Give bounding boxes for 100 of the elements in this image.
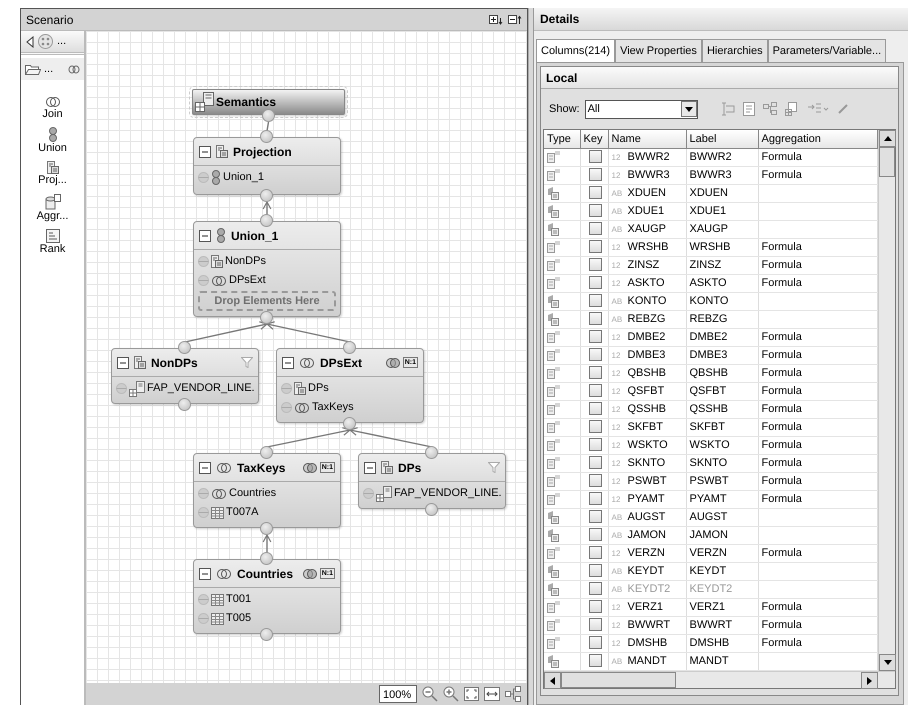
palette-tool[interactable]: Join: [21, 96, 84, 122]
node-input[interactable]: T007A: [226, 504, 258, 521]
node-card[interactable]: DPs FAP_VENDOR_LINE.: [358, 453, 506, 509]
node-input[interactable]: DPsExt: [229, 272, 266, 289]
key-checkbox[interactable]: [588, 330, 602, 344]
collapse-icon[interactable]: [199, 230, 211, 242]
tab[interactable]: Hierarchies: [702, 39, 768, 62]
port-handle[interactable]: [425, 503, 438, 516]
tab[interactable]: View Properties: [615, 39, 702, 62]
scrollbar-thumb[interactable]: [879, 147, 895, 177]
key-checkbox[interactable]: [588, 348, 602, 362]
port-handle[interactable]: [260, 522, 273, 535]
show-dropdown[interactable]: All: [584, 100, 698, 118]
folder-icon[interactable]: [25, 63, 41, 75]
copy-grid-icon[interactable]: [784, 102, 799, 116]
palette-tool[interactable]: Proj...: [21, 161, 84, 188]
key-checkbox[interactable]: [588, 240, 602, 254]
key-checkbox[interactable]: [588, 528, 602, 542]
port-handle[interactable]: [425, 446, 438, 459]
zoom-in-icon[interactable]: [443, 686, 459, 702]
zoom-out-icon[interactable]: [422, 686, 438, 702]
fit-width-icon[interactable]: [484, 687, 500, 701]
key-checkbox[interactable]: [588, 600, 602, 614]
key-checkbox[interactable]: [588, 492, 602, 506]
overlapping-rings-icon[interactable]: [386, 356, 400, 368]
overlapping-rings-icon[interactable]: [302, 568, 317, 580]
expand-all-icon[interactable]: [488, 14, 502, 24]
node-card[interactable]: Semantics: [192, 89, 345, 115]
key-checkbox[interactable]: [588, 150, 602, 164]
node-card[interactable]: Projection Union_1: [193, 137, 341, 195]
node-input[interactable]: T005: [226, 610, 252, 627]
scroll-up-button[interactable]: [879, 130, 896, 147]
node-input[interactable]: FAP_VENDOR_LINE.: [394, 485, 502, 502]
node-input[interactable]: DPs: [308, 380, 329, 397]
node-input[interactable]: Countries: [229, 485, 276, 502]
node-input[interactable]: TaxKeys: [312, 399, 354, 416]
collapse-icon[interactable]: [199, 146, 211, 158]
key-checkbox[interactable]: [588, 510, 602, 524]
key-checkbox[interactable]: [588, 366, 602, 380]
collapse-icon[interactable]: [199, 568, 211, 580]
collapse-icon[interactable]: [199, 462, 211, 474]
node-input[interactable]: T001: [226, 591, 252, 608]
palette-tool[interactable]: Rank: [21, 228, 84, 256]
column-header[interactable]: Type: [544, 130, 580, 148]
port-handle[interactable]: [260, 214, 273, 227]
scrollbar-thumb[interactable]: [561, 672, 676, 688]
key-checkbox[interactable]: [588, 456, 602, 470]
column-header[interactable]: Aggregation: [758, 130, 878, 148]
collapse-icon[interactable]: [282, 356, 294, 368]
key-checkbox[interactable]: [588, 258, 602, 272]
key-checkbox[interactable]: [588, 204, 602, 218]
collapse-all-icon[interactable]: [508, 14, 522, 24]
column-header[interactable]: Key: [580, 130, 608, 148]
key-checkbox[interactable]: [588, 312, 602, 326]
filter-icon[interactable]: [241, 357, 253, 368]
scroll-right-button[interactable]: [861, 672, 878, 689]
key-checkbox[interactable]: [588, 420, 602, 434]
port-handle[interactable]: [260, 446, 273, 459]
key-checkbox[interactable]: [588, 186, 602, 200]
palette-tool[interactable]: Union: [21, 127, 84, 156]
node-input[interactable]: NonDPs: [225, 253, 266, 270]
key-checkbox[interactable]: [588, 384, 602, 398]
tab[interactable]: Parameters/Variable...: [768, 39, 886, 62]
fit-icon[interactable]: [464, 687, 479, 701]
node-card[interactable]: Union_1 NonDPs DPsExt Drop Elements Here: [193, 221, 341, 317]
key-checkbox[interactable]: [588, 474, 602, 488]
port-handle[interactable]: [260, 189, 273, 202]
tab[interactable]: Columns(214): [536, 39, 616, 62]
key-checkbox[interactable]: [588, 294, 602, 308]
node-input[interactable]: FAP_VENDOR_LINE.: [147, 380, 255, 397]
key-checkbox[interactable]: [588, 438, 602, 452]
collapse-left-icon[interactable]: [26, 36, 34, 48]
key-checkbox[interactable]: [588, 564, 602, 578]
port-handle[interactable]: [178, 341, 191, 354]
key-checkbox[interactable]: [588, 168, 602, 182]
port-handle[interactable]: [260, 628, 273, 641]
column-header[interactable]: Name: [608, 130, 686, 148]
key-checkbox[interactable]: [588, 546, 602, 560]
overlapping-rings-icon[interactable]: [302, 462, 317, 474]
key-checkbox[interactable]: [588, 654, 602, 668]
port-handle[interactable]: [260, 552, 273, 565]
key-checkbox[interactable]: [588, 636, 602, 650]
key-checkbox[interactable]: [588, 222, 602, 236]
collapse-icon[interactable]: [117, 356, 129, 368]
key-checkbox[interactable]: [588, 276, 602, 290]
collapse-icon[interactable]: [364, 462, 376, 474]
scroll-down-button[interactable]: [879, 654, 896, 671]
scroll-left-button[interactable]: [544, 672, 561, 689]
palette-tool[interactable]: Aggr...: [21, 194, 84, 223]
node-card[interactable]: NonDPs FAP_VENDOR_LINE.: [111, 348, 259, 404]
node-input[interactable]: Union_1: [223, 169, 264, 186]
filter-icon[interactable]: [488, 462, 500, 473]
key-checkbox[interactable]: [588, 402, 602, 416]
port-handle[interactable]: [260, 130, 273, 143]
port-handle[interactable]: [178, 398, 191, 411]
zoom-field[interactable]: 100%: [379, 685, 417, 703]
key-checkbox[interactable]: [588, 618, 602, 632]
notes-icon[interactable]: [742, 102, 755, 116]
auto-layout-icon[interactable]: [505, 686, 521, 702]
port-handle[interactable]: [343, 341, 356, 354]
